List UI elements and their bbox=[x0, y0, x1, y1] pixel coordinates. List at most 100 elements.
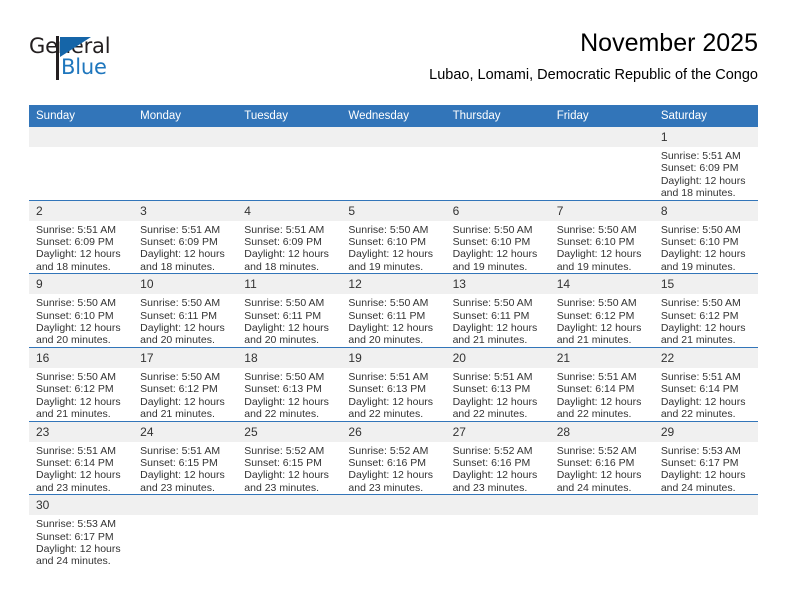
calendar-week-row: 30 Sunrise: 5:53 AM Sunset: 6:17 PM Dayligh… bbox=[29, 494, 758, 568]
calendar-day-cell[interactable]: 25 Sunrise: 5:52 AM Sunset: 6:15 PM Dayligh… bbox=[237, 420, 342, 495]
day-detail-daylight1: Daylight: 12 hours bbox=[556, 248, 642, 261]
day-details: Sunrise: 5:51 AM Sunset: 6:09 PM Daylight:… bbox=[237, 221, 341, 274]
day-detail-sunrise: Sunrise: 5:52 AM bbox=[348, 444, 429, 457]
calendar-day-cell[interactable]: 11 Sunrise: 5:50 AM Sunset: 6:11 PM Dayligh… bbox=[237, 273, 342, 348]
day-detail-daylight1: Daylight: 12 hours bbox=[36, 248, 121, 261]
calendar-day-cell[interactable]: 28 Sunrise: 5:52 AM Sunset: 6:16 PM Dayligh… bbox=[549, 420, 654, 495]
calendar-day-cell[interactable]: 9 Sunrise: 5:50 AM Sunset: 6:10 PM Daylight… bbox=[29, 273, 134, 348]
day-detail-daylight1: Daylight: 12 hours bbox=[140, 395, 225, 408]
calendar-day-cell[interactable]: 27 Sunrise: 5:52 AM Sunset: 6:16 PM Dayligh… bbox=[445, 420, 550, 495]
day-details: Sunrise: 5:50 AM Sunset: 6:11 PM Daylight:… bbox=[133, 294, 237, 347]
calendar-day-cell-empty bbox=[341, 127, 446, 201]
day-details: Sunrise: 5:50 AM Sunset: 6:12 PM Daylight:… bbox=[133, 368, 237, 421]
day-detail-sunrise: Sunrise: 5:52 AM bbox=[452, 444, 533, 457]
calendar-day-cell[interactable]: 16 Sunrise: 5:50 AM Sunset: 6:12 PM Dayligh… bbox=[29, 346, 134, 421]
day-detail-sunrise: Sunrise: 5:52 AM bbox=[556, 444, 637, 457]
day-details: Sunrise: 5:51 AM Sunset: 6:14 PM Daylight:… bbox=[550, 368, 654, 421]
calendar-day-cell[interactable]: 21 Sunrise: 5:51 AM Sunset: 6:14 PM Dayligh… bbox=[549, 346, 654, 421]
day-details: Sunrise: 5:50 AM Sunset: 6:10 PM Daylight:… bbox=[550, 221, 654, 274]
day-detail-daylight2: and 24 minutes. bbox=[36, 555, 111, 568]
day-number: 29 bbox=[653, 421, 758, 442]
calendar-day-cell[interactable]: 8 Sunrise: 5:50 AM Sunset: 6:10 PM Daylight… bbox=[653, 199, 758, 274]
day-detail-daylight2: and 20 minutes. bbox=[244, 334, 319, 347]
calendar-day-cell[interactable]: 3 Sunrise: 5:51 AM Sunset: 6:09 PM Daylight… bbox=[133, 199, 238, 274]
day-detail-daylight2: and 18 minutes. bbox=[36, 260, 111, 273]
day-details: Sunrise: 5:50 AM Sunset: 6:13 PM Daylight:… bbox=[237, 368, 341, 421]
day-detail-daylight2: and 24 minutes. bbox=[660, 481, 736, 494]
day-detail-sunset: Sunset: 6:09 PM bbox=[36, 236, 114, 249]
calendar-day-cell-empty bbox=[237, 127, 342, 201]
day-detail-daylight1: Daylight: 12 hours bbox=[36, 542, 121, 555]
calendar-day-cell-empty bbox=[133, 494, 238, 568]
day-detail-sunrise: Sunrise: 5:50 AM bbox=[452, 223, 533, 236]
day-detail-sunrise: Sunrise: 5:51 AM bbox=[556, 370, 637, 383]
calendar-day-cell[interactable]: 6 Sunrise: 5:50 AM Sunset: 6:10 PM Daylight… bbox=[445, 199, 550, 274]
day-detail-sunset: Sunset: 6:15 PM bbox=[140, 456, 218, 469]
day-number: 27 bbox=[445, 421, 550, 442]
weekday-header-saturday: Saturday bbox=[653, 105, 758, 127]
calendar-day-cell[interactable]: 18 Sunrise: 5:50 AM Sunset: 6:13 PM Dayligh… bbox=[237, 346, 342, 421]
day-detail-daylight2: and 21 minutes. bbox=[36, 408, 111, 421]
calendar-day-cell-empty bbox=[237, 494, 342, 568]
calendar-day-cell[interactable]: 2 Sunrise: 5:51 AM Sunset: 6:09 PM Daylight… bbox=[29, 199, 134, 274]
day-detail-daylight1: Daylight: 12 hours bbox=[660, 174, 746, 187]
day-number bbox=[237, 127, 342, 147]
day-detail-sunset: Sunset: 6:16 PM bbox=[452, 456, 531, 469]
calendar-day-cell[interactable]: 12 Sunrise: 5:50 AM Sunset: 6:11 PM Dayligh… bbox=[341, 273, 446, 348]
day-detail-daylight1: Daylight: 12 hours bbox=[452, 469, 538, 482]
calendar-day-cell[interactable]: 14 Sunrise: 5:50 AM Sunset: 6:12 PM Dayligh… bbox=[549, 273, 654, 348]
calendar-day-cell[interactable]: 23 Sunrise: 5:51 AM Sunset: 6:14 PM Dayligh… bbox=[29, 420, 134, 495]
day-detail-sunrise: Sunrise: 5:51 AM bbox=[36, 444, 116, 457]
day-number: 18 bbox=[237, 347, 342, 368]
title-block: November 2025 Lubao, Lomami, Democratic … bbox=[429, 28, 758, 85]
calendar-day-cell[interactable]: 15 Sunrise: 5:50 AM Sunset: 6:12 PM Dayligh… bbox=[653, 273, 758, 348]
calendar-day-cell[interactable]: 4 Sunrise: 5:51 AM Sunset: 6:09 PM Daylight… bbox=[237, 199, 342, 274]
day-detail-daylight1: Daylight: 12 hours bbox=[36, 322, 121, 335]
day-detail-daylight2: and 23 minutes. bbox=[244, 481, 319, 494]
day-detail-sunrise: Sunrise: 5:53 AM bbox=[36, 518, 116, 531]
day-number bbox=[133, 495, 238, 516]
day-details: Sunrise: 5:51 AM Sunset: 6:15 PM Daylight:… bbox=[133, 442, 237, 495]
day-detail-sunset: Sunset: 6:15 PM bbox=[244, 456, 322, 469]
day-details: Sunrise: 5:51 AM Sunset: 6:14 PM Daylight:… bbox=[29, 442, 133, 495]
day-number bbox=[341, 127, 446, 147]
calendar-day-cell[interactable]: 13 Sunrise: 5:50 AM Sunset: 6:11 PM Dayligh… bbox=[445, 273, 550, 348]
calendar-day-cell[interactable]: 17 Sunrise: 5:50 AM Sunset: 6:12 PM Dayligh… bbox=[133, 346, 238, 421]
day-detail-sunrise: Sunrise: 5:50 AM bbox=[556, 297, 637, 310]
day-detail-sunrise: Sunrise: 5:50 AM bbox=[244, 297, 325, 310]
calendar-day-cell[interactable]: 19 Sunrise: 5:51 AM Sunset: 6:13 PM Dayligh… bbox=[341, 346, 446, 421]
day-detail-sunset: Sunset: 6:14 PM bbox=[36, 456, 114, 469]
day-detail-daylight1: Daylight: 12 hours bbox=[556, 469, 642, 482]
calendar-day-cell[interactable]: 26 Sunrise: 5:52 AM Sunset: 6:16 PM Dayligh… bbox=[341, 420, 446, 495]
calendar-week-row: 16 Sunrise: 5:50 AM Sunset: 6:12 PM Dayligh… bbox=[29, 346, 758, 421]
day-details: Sunrise: 5:52 AM Sunset: 6:15 PM Daylight:… bbox=[237, 442, 341, 495]
calendar-day-cell[interactable]: 7 Sunrise: 5:50 AM Sunset: 6:10 PM Daylight… bbox=[549, 199, 654, 274]
day-detail-sunset: Sunset: 6:10 PM bbox=[36, 309, 114, 322]
day-detail-daylight2: and 19 minutes. bbox=[556, 260, 632, 273]
calendar-week-row: 1 Sunrise: 5:51 AM Sunset: 6:09 PM Daylight… bbox=[29, 127, 758, 201]
calendar-day-cell[interactable]: 29 Sunrise: 5:53 AM Sunset: 6:17 PM Dayligh… bbox=[653, 420, 758, 495]
day-detail-sunrise: Sunrise: 5:51 AM bbox=[244, 223, 325, 236]
day-detail-sunset: Sunset: 6:12 PM bbox=[660, 309, 739, 322]
calendar-day-cell[interactable]: 30 Sunrise: 5:53 AM Sunset: 6:17 PM Dayligh… bbox=[29, 494, 134, 568]
calendar-day-cell[interactable]: 10 Sunrise: 5:50 AM Sunset: 6:11 PM Dayligh… bbox=[133, 273, 238, 348]
day-detail-daylight1: Daylight: 12 hours bbox=[348, 322, 434, 335]
day-detail-sunrise: Sunrise: 5:51 AM bbox=[348, 370, 429, 383]
day-detail-sunrise: Sunrise: 5:53 AM bbox=[660, 444, 741, 457]
calendar-day-cell[interactable]: 22 Sunrise: 5:51 AM Sunset: 6:14 PM Dayligh… bbox=[653, 346, 758, 421]
day-detail-sunset: Sunset: 6:10 PM bbox=[348, 236, 427, 249]
day-detail-daylight2: and 22 minutes. bbox=[660, 408, 736, 421]
day-number: 2 bbox=[29, 200, 134, 221]
calendar-day-cell[interactable]: 24 Sunrise: 5:51 AM Sunset: 6:15 PM Dayligh… bbox=[133, 420, 238, 495]
day-detail-daylight1: Daylight: 12 hours bbox=[452, 248, 538, 261]
day-detail-sunset: Sunset: 6:11 PM bbox=[348, 309, 426, 322]
day-detail-daylight1: Daylight: 12 hours bbox=[660, 469, 746, 482]
day-number: 4 bbox=[237, 200, 342, 221]
general-blue-logo[interactable]: General Blue bbox=[29, 36, 159, 88]
calendar-day-cell[interactable]: 1 Sunrise: 5:51 AM Sunset: 6:09 PM Daylight… bbox=[653, 127, 758, 201]
calendar-day-cell[interactable]: 20 Sunrise: 5:51 AM Sunset: 6:13 PM Dayligh… bbox=[445, 346, 550, 421]
calendar-day-cell[interactable]: 5 Sunrise: 5:50 AM Sunset: 6:10 PM Daylight… bbox=[341, 199, 446, 274]
day-detail-sunrise: Sunrise: 5:50 AM bbox=[244, 370, 325, 383]
calendar-day-cell-empty bbox=[29, 127, 134, 201]
day-detail-daylight1: Daylight: 12 hours bbox=[140, 469, 225, 482]
